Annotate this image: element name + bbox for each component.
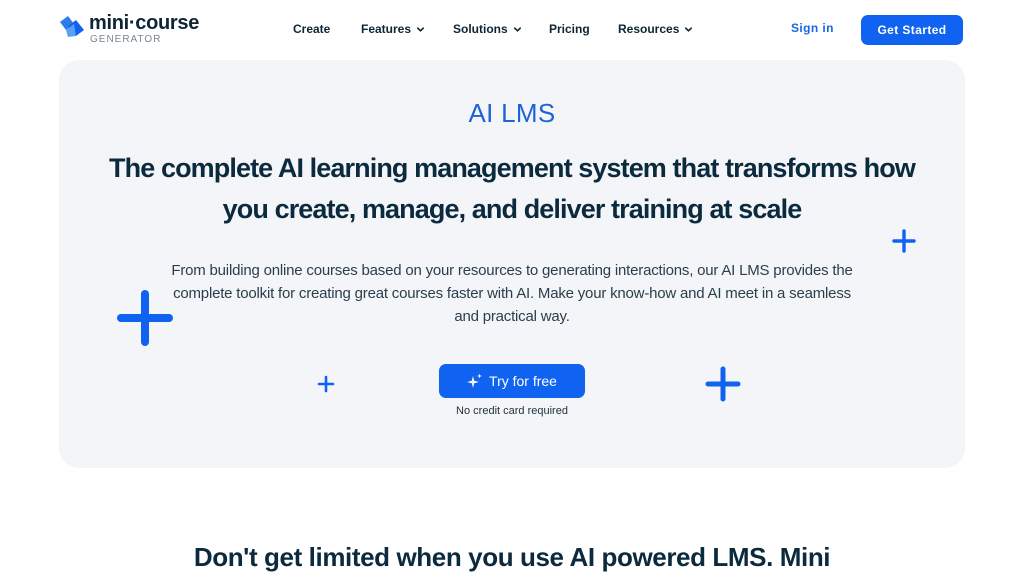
nav-item-label: Resources	[618, 22, 680, 36]
hero-headline: The complete AI learning management syst…	[109, 153, 916, 224]
plus-icon	[117, 290, 173, 346]
hero-section: AI LMS The complete AI learning manageme…	[59, 60, 965, 468]
nav-item-pricing[interactable]: Pricing	[549, 22, 590, 36]
nav-item-label: Create	[293, 22, 331, 36]
logo-name: mini·course	[89, 12, 200, 34]
chevron-down-icon	[685, 26, 693, 32]
section-title: Don't get limited when you use AI powere…	[193, 542, 831, 572]
nav-item-label: Pricing	[549, 22, 590, 36]
nav-item-solutions[interactable]: Solutions	[453, 22, 522, 36]
nav-item-label: Solutions	[453, 22, 508, 36]
hero-eyebrow: AI LMS	[468, 98, 556, 128]
hero-description: From building online courses based on yo…	[171, 262, 853, 325]
logo-subtitle: GENERATOR	[90, 34, 162, 45]
nav-item-label: Features	[361, 22, 412, 36]
nav-item-resources[interactable]: Resources	[618, 22, 693, 36]
plus-icon	[892, 229, 916, 253]
sparkle-icon	[467, 373, 483, 388]
cta-note: No credit card required	[456, 405, 568, 417]
nav-item-create[interactable]: Create	[293, 22, 330, 36]
get-started-button[interactable]: Get Started	[861, 15, 963, 45]
site-header: mini·course GENERATOR Create Features So…	[0, 0, 1024, 60]
cta-label: Try for free	[489, 373, 557, 389]
nav-item-features[interactable]: Features	[361, 22, 425, 36]
logo[interactable]: mini·course GENERATOR	[59, 12, 199, 46]
logo-mark-icon	[60, 16, 84, 37]
plus-icon	[705, 366, 741, 402]
try-for-free-button[interactable]: Try for free	[439, 364, 585, 398]
plus-icon	[317, 375, 335, 393]
sign-in-link[interactable]: Sign in	[791, 21, 834, 35]
chevron-down-icon	[513, 26, 521, 32]
chevron-down-icon	[417, 26, 425, 32]
